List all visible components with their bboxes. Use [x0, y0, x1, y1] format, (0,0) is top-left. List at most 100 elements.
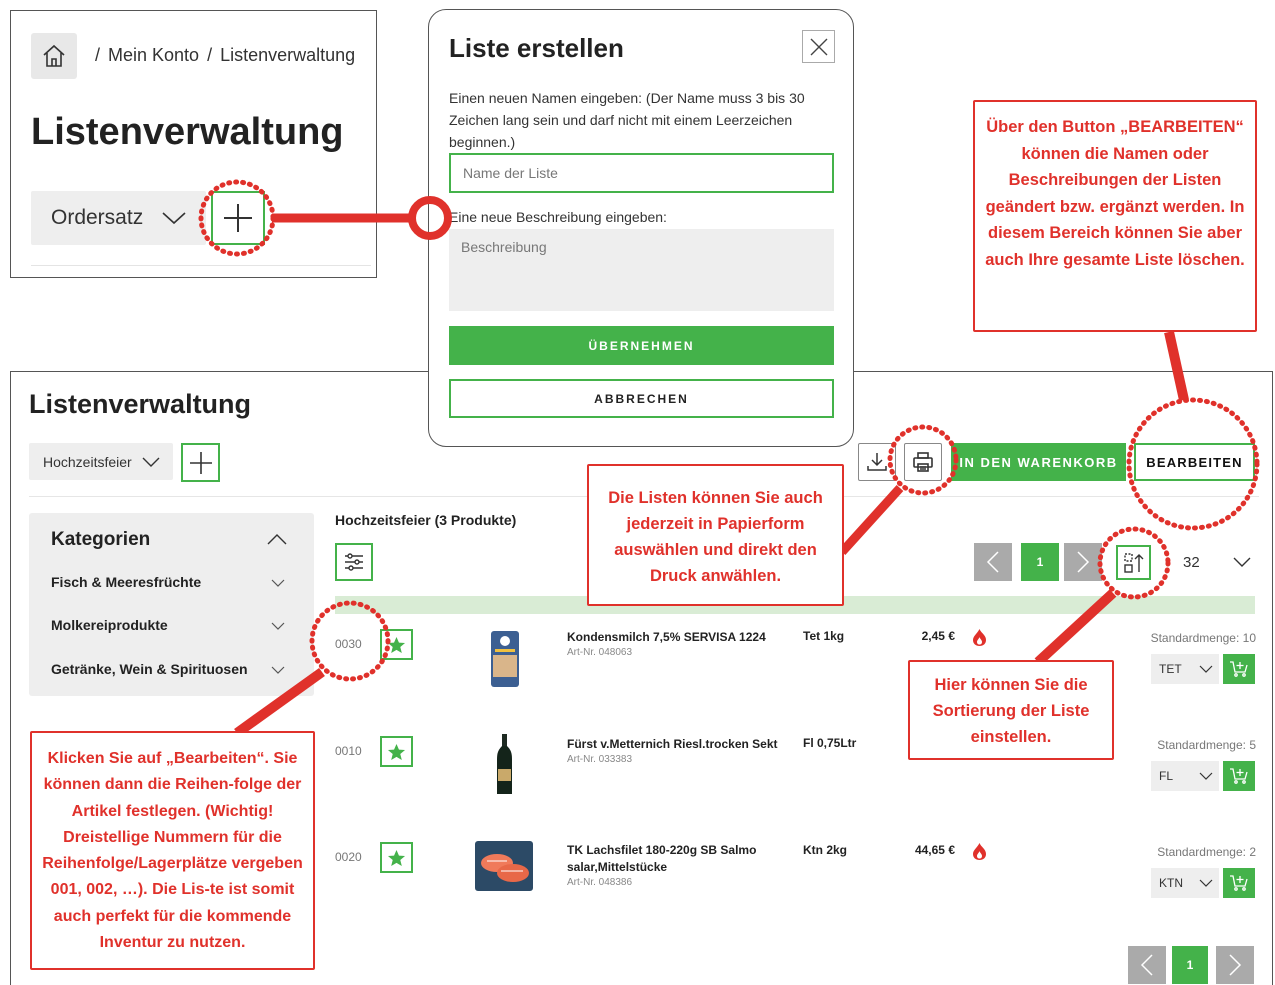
- breadcrumb: / Mein Konto / Listenverwaltung: [87, 45, 355, 66]
- unit-select[interactable]: KTN: [1151, 868, 1219, 898]
- product-price: 2,45 €: [921, 629, 955, 643]
- edit-button[interactable]: BEARBEITEN: [1134, 443, 1255, 481]
- chevron-left-icon: [986, 551, 999, 573]
- plus-icon: [189, 451, 212, 474]
- chevron-down-icon: [1233, 557, 1251, 567]
- favorite-button[interactable]: [380, 629, 413, 660]
- divider: [31, 265, 371, 266]
- sidebar-title: Kategorien: [51, 529, 151, 550]
- pagination-prev[interactable]: [1128, 946, 1166, 984]
- unit-select-value: FL: [1159, 769, 1174, 783]
- callout-print: Die Listen können Sie auch jederzeit in …: [587, 464, 844, 606]
- row-position[interactable]: 0020: [335, 850, 362, 864]
- pagination-current-page[interactable]: 1: [1021, 543, 1059, 581]
- page-title: Listenverwaltung: [31, 111, 344, 153]
- list-heading: Hochzeitsfeier (3 Produkte): [335, 512, 517, 528]
- product-image: [475, 841, 533, 891]
- chevron-left-icon: [1140, 954, 1153, 976]
- product-price: 44,65 €: [914, 843, 955, 857]
- add-to-cart-button[interactable]: [1223, 654, 1255, 684]
- chevron-up-icon[interactable]: [267, 533, 287, 545]
- home-button[interactable]: [31, 33, 77, 79]
- chevron-down-icon[interactable]: [271, 579, 285, 588]
- sidebar-item-drinks[interactable]: Getränke, Wein & Spirituosen: [51, 661, 248, 677]
- per-page-select[interactable]: 32: [1173, 543, 1263, 581]
- breadcrumb-item-list-management[interactable]: Listenverwaltung: [220, 45, 355, 65]
- list-select[interactable]: Ordersatz: [31, 191, 206, 245]
- callout-sort: Hier können Sie die Sortierung der Liste…: [908, 660, 1114, 760]
- product-image: [491, 631, 519, 687]
- cart-add-icon: [1230, 875, 1248, 891]
- product-article-number: Art-Nr. 048386: [567, 877, 633, 888]
- standard-quantity: Standardmenge: 2: [1157, 845, 1256, 859]
- pagination-prev[interactable]: [974, 543, 1012, 581]
- unit-select[interactable]: FL: [1151, 761, 1219, 791]
- add-to-cart-button[interactable]: [1223, 868, 1255, 898]
- per-page-value: 32: [1183, 553, 1200, 571]
- chevron-down-icon[interactable]: [271, 622, 285, 631]
- product-name[interactable]: TK Lachsfilet 180-220g SB Salmo salar,Mi…: [567, 842, 792, 876]
- breadcrumb-separator: /: [207, 45, 213, 65]
- close-icon: [810, 38, 827, 55]
- product-unit: Fl 0,75Ltr: [803, 736, 857, 750]
- unit-select[interactable]: TET: [1151, 654, 1219, 684]
- chevron-down-icon: [1199, 772, 1213, 780]
- cart-add-icon: [1230, 661, 1248, 677]
- dialog-title: Liste erstellen: [449, 33, 624, 63]
- print-button[interactable]: [904, 443, 942, 481]
- callout-order: Klicken Sie auf „Bearbeiten“. Sie können…: [30, 731, 315, 970]
- sort-button[interactable]: [1116, 545, 1151, 580]
- star-icon: [387, 743, 406, 760]
- breadcrumb-separator: /: [95, 45, 101, 65]
- account-header-card: / Mein Konto / Listenverwaltung Listenverwa…: [10, 10, 377, 278]
- sidebar-item-dairy[interactable]: Molkereiprodukte: [51, 617, 168, 633]
- create-list-button[interactable]: [211, 191, 265, 245]
- cancel-button[interactable]: ABBRECHEN: [449, 379, 834, 418]
- standard-quantity: Standardmenge: 5: [1157, 738, 1256, 752]
- create-list-dialog: Liste erstellen Einen neuen Namen eingeb…: [428, 9, 854, 447]
- chevron-down-icon: [162, 212, 186, 225]
- product-name[interactable]: Kondensmilch 7,5% SERVISA 1224: [567, 629, 792, 646]
- printer-icon: [913, 452, 933, 472]
- dialog-help-text: Einen neuen Namen eingeben: (Der Name mu…: [449, 90, 805, 150]
- product-image: [497, 734, 512, 794]
- add-to-cart-button[interactable]: [1223, 761, 1255, 791]
- panel-title: Listenverwaltung: [29, 389, 252, 419]
- sidebar-item-fish[interactable]: Fisch & Meeresfrüchte: [51, 574, 201, 590]
- product-name[interactable]: Fürst v.Metternich Riesl.trocken Sekt: [567, 736, 792, 753]
- standard-quantity: Standardmenge: 10: [1150, 631, 1256, 645]
- list-select[interactable]: Hochzeitsfeier: [29, 443, 173, 480]
- chevron-down-icon: [1199, 879, 1213, 887]
- list-select-value: Ordersatz: [51, 206, 144, 229]
- callout-edit-button: Über den Button „BEARBEITEN“ können die …: [973, 100, 1257, 332]
- list-select-value: Hochzeitsfeier: [43, 453, 132, 470]
- home-icon: [43, 44, 65, 67]
- chevron-down-icon: [1199, 665, 1213, 673]
- filter-sliders-icon: [345, 553, 363, 571]
- add-to-cart-button[interactable]: IN DEN WARENKORB: [951, 443, 1126, 481]
- submit-button[interactable]: ÜBERNEHMEN: [449, 326, 834, 365]
- pagination-next[interactable]: [1216, 946, 1254, 984]
- chevron-right-icon: [1077, 551, 1090, 573]
- product-article-number: Art-Nr. 033383: [567, 754, 633, 765]
- close-button[interactable]: [802, 30, 835, 63]
- list-name-input[interactable]: [449, 153, 834, 193]
- description-label: Eine neue Beschreibung eingeben:: [449, 209, 667, 225]
- product-unit: Ktn 2kg: [803, 843, 848, 857]
- breadcrumb-item-account[interactable]: Mein Konto: [108, 45, 199, 65]
- row-position[interactable]: 0010: [335, 744, 362, 758]
- star-icon: [387, 849, 406, 866]
- favorite-button[interactable]: [380, 736, 413, 767]
- pagination-current-page[interactable]: 1: [1172, 946, 1208, 984]
- chevron-down-icon[interactable]: [271, 666, 285, 675]
- description-input[interactable]: [449, 229, 834, 311]
- plus-icon: [224, 204, 252, 232]
- flame-icon: [973, 629, 986, 646]
- create-list-button[interactable]: [181, 443, 220, 482]
- sort-icon: [1123, 552, 1143, 573]
- filter-button[interactable]: [335, 543, 373, 581]
- download-button[interactable]: [858, 443, 896, 481]
- row-position[interactable]: 0030: [335, 637, 362, 651]
- pagination-next[interactable]: [1064, 543, 1102, 581]
- favorite-button[interactable]: [380, 842, 413, 873]
